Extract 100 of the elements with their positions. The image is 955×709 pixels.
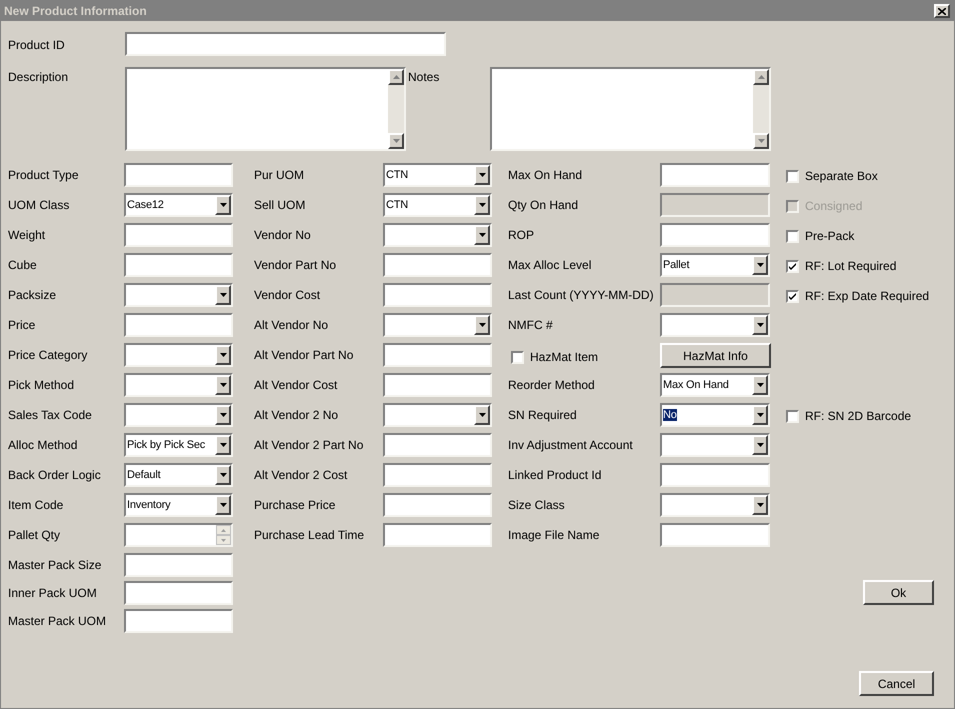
dropdown-field[interactable]: Case12	[124, 193, 233, 217]
checkbox[interactable]	[511, 350, 524, 364]
dropdown-field[interactable]: Pallet	[660, 253, 770, 277]
text-field[interactable]	[124, 253, 233, 277]
dropdown-field[interactable]: Max On Hand	[660, 373, 770, 397]
dropdown-button[interactable]	[215, 465, 231, 485]
dropdown-field[interactable]	[660, 313, 770, 337]
text-field[interactable]	[383, 343, 492, 367]
text-field[interactable]	[124, 313, 233, 337]
scrollbar[interactable]	[388, 69, 404, 149]
dropdown-field[interactable]	[124, 343, 233, 367]
dropdown-button[interactable]	[474, 195, 490, 215]
text-field[interactable]	[383, 463, 492, 487]
scroll-down-button[interactable]	[753, 133, 769, 149]
dropdown-button[interactable]	[215, 495, 231, 515]
caret-icon	[220, 413, 226, 417]
text-field[interactable]	[383, 373, 492, 397]
dropdown-button[interactable]	[474, 315, 490, 335]
window-title: New Product Information	[4, 3, 147, 20]
checkbox-label: RF: Lot Required	[805, 258, 896, 275]
field-label: Pick Method	[8, 377, 74, 392]
text-field[interactable]	[124, 609, 233, 633]
dropdown-button[interactable]	[752, 495, 768, 515]
dropdown-button[interactable]	[474, 165, 490, 185]
dropdown-field[interactable]: No	[660, 403, 770, 427]
checkbox[interactable]	[786, 290, 799, 302]
dropdown-button[interactable]	[215, 345, 231, 365]
notes-field[interactable]	[490, 67, 771, 151]
checkbox-label: Consigned	[805, 198, 862, 215]
dropdown-field[interactable]	[383, 403, 492, 427]
dropdown-button[interactable]	[215, 285, 231, 305]
text-field[interactable]	[124, 223, 233, 247]
dropdown-field[interactable]	[124, 403, 233, 427]
text-field[interactable]	[660, 163, 770, 187]
dropdown-button[interactable]	[752, 375, 768, 395]
cancel-button[interactable]: Cancel	[859, 671, 934, 696]
caret-icon	[220, 383, 226, 387]
dropdown-button[interactable]	[474, 225, 490, 245]
hazmat-info-button[interactable]: HazMat Info	[660, 343, 771, 368]
text-field[interactable]	[383, 493, 492, 517]
dropdown-button[interactable]	[215, 375, 231, 395]
checkbox[interactable]	[786, 410, 799, 422]
dropdown-field[interactable]: CTN	[383, 163, 492, 187]
dropdown-button[interactable]	[752, 405, 768, 425]
ok-button[interactable]: Ok	[863, 580, 934, 605]
checkbox[interactable]	[786, 260, 799, 272]
scrollbar[interactable]	[753, 69, 769, 149]
field-label: Qty On Hand	[508, 197, 578, 212]
product-id-field[interactable]	[125, 32, 446, 56]
dropdown-field[interactable]: Default	[124, 463, 233, 487]
scroll-up-button[interactable]	[753, 69, 769, 85]
field-label: Size Class	[508, 497, 565, 512]
scroll-down-button[interactable]	[388, 133, 404, 149]
dropdown-field[interactable]	[124, 373, 233, 397]
text-field[interactable]	[124, 163, 233, 187]
text-field[interactable]	[660, 463, 770, 487]
field-label: Back Order Logic	[8, 467, 101, 482]
checkbox-label: RF: Exp Date Required	[805, 288, 930, 305]
caret-icon	[756, 263, 764, 267]
checkbox[interactable]	[786, 170, 799, 182]
field-label: Max Alloc Level	[508, 257, 592, 272]
dropdown-button[interactable]	[752, 315, 768, 335]
text-field[interactable]	[383, 283, 492, 307]
checkbox[interactable]	[786, 230, 799, 242]
dropdown-field[interactable]: CTN	[383, 193, 492, 217]
text-field[interactable]	[383, 523, 492, 547]
dropdown-field[interactable]	[383, 223, 492, 247]
field-label: Cube	[8, 257, 37, 272]
checkmark-icon	[789, 292, 796, 300]
text-field[interactable]	[383, 253, 492, 277]
description-field[interactable]	[125, 67, 406, 151]
dropdown-button[interactable]	[215, 435, 231, 455]
text-field[interactable]	[124, 553, 233, 577]
caret-icon	[756, 503, 764, 507]
dropdown-button[interactable]	[215, 405, 231, 425]
text-field[interactable]	[660, 523, 770, 547]
dropdown-field[interactable]: Pick by Pick Sec	[124, 433, 233, 457]
dropdown-button[interactable]	[752, 435, 768, 455]
dropdown-field[interactable]	[124, 283, 233, 307]
checkbox-label: RF: SN 2D Barcode	[805, 408, 912, 425]
caret-icon	[220, 443, 226, 447]
close-icon	[938, 8, 946, 14]
text-field[interactable]	[124, 581, 233, 605]
down-arrow-icon	[758, 139, 764, 143]
dropdown-field[interactable]	[660, 433, 770, 457]
dropdown-field[interactable]	[383, 313, 492, 337]
text-field[interactable]	[660, 223, 770, 247]
caret-icon	[756, 323, 764, 327]
close-button[interactable]	[934, 4, 950, 18]
checkmark-icon	[789, 262, 796, 270]
dropdown-button[interactable]	[474, 405, 490, 425]
dropdown-button[interactable]	[752, 255, 768, 275]
field-label: Reorder Method	[508, 377, 595, 392]
scroll-up-button[interactable]	[388, 69, 404, 85]
dropdown-field[interactable]	[660, 493, 770, 517]
field-label: Vendor Part No	[254, 257, 336, 272]
dropdown-button[interactable]	[215, 195, 231, 215]
field-label: ROP	[508, 227, 534, 242]
text-field[interactable]	[383, 433, 492, 457]
dropdown-field[interactable]: Inventory	[124, 493, 233, 517]
